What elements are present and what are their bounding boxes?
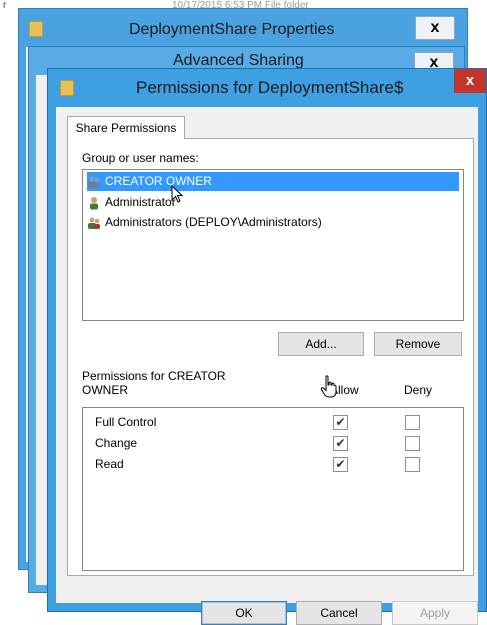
list-item-label: Administrators (DEPLOY\Administrators)	[105, 215, 322, 229]
arrow-cursor-icon	[171, 185, 184, 203]
allow-full-control-checkbox[interactable]: ✔	[333, 415, 348, 430]
permissions-for-label-line1: Permissions for CREATOR	[82, 369, 226, 383]
permission-name: Change	[95, 436, 138, 450]
properties-close-button[interactable]: x	[415, 16, 455, 40]
deny-read-checkbox[interactable]	[405, 457, 420, 472]
user-group-icon	[87, 175, 101, 189]
permission-name: Full Control	[95, 415, 157, 429]
permissions-close-button[interactable]: x	[454, 69, 486, 93]
permissions-for-label-line2: OWNER	[82, 383, 128, 397]
apply-button[interactable]: Apply	[392, 601, 478, 625]
user-icon	[87, 196, 101, 210]
cancel-button[interactable]: Cancel	[296, 601, 382, 625]
group-or-user-names-label: Group or user names:	[82, 151, 199, 165]
permissions-client-area: Share Permissions Group or user names: C…	[56, 107, 478, 625]
permission-row-full-control: Full Control ✔	[95, 412, 455, 432]
folder-icon	[29, 21, 43, 37]
deny-column-header: Deny	[404, 383, 433, 397]
list-item-administrators-group[interactable]: Administrators (DEPLOY\Administrators)	[87, 213, 459, 232]
allow-change-checkbox[interactable]: ✔	[333, 436, 348, 451]
ok-button[interactable]: OK	[201, 601, 287, 625]
user-group-icon	[87, 216, 101, 230]
folder-icon	[60, 80, 74, 96]
allow-read-checkbox[interactable]: ✔	[333, 457, 348, 472]
remove-button[interactable]: Remove	[374, 332, 462, 356]
list-item-creator-owner[interactable]: CREATOR OWNER	[87, 172, 459, 191]
hand-cursor-icon	[320, 375, 337, 398]
permissions-list: Full Control ✔ Change ✔ Read ✔	[82, 407, 464, 571]
permission-row-read: Read ✔	[95, 454, 455, 474]
permissions-titlebar[interactable]: Permissions for DeploymentShare$	[48, 69, 486, 107]
share-permissions-panel: Group or user names: CREATOR OWNER Admin…	[67, 138, 474, 576]
list-item-administrator[interactable]: Administrator	[87, 193, 459, 212]
tab-share-permissions[interactable]: Share Permissions	[67, 116, 185, 139]
add-button[interactable]: Add...	[278, 332, 364, 356]
deny-full-control-checkbox[interactable]	[405, 415, 420, 430]
properties-titlebar[interactable]: DeploymentShare Properties	[19, 9, 467, 47]
deny-change-checkbox[interactable]	[405, 436, 420, 451]
permissions-window: Permissions for DeploymentShare$ x Share…	[47, 68, 487, 625]
permission-row-change: Change ✔	[95, 433, 455, 453]
permission-name: Read	[95, 457, 124, 471]
permissions-title: Permissions for DeploymentShare$	[136, 78, 404, 97]
list-item-label: CREATOR OWNER	[105, 174, 212, 188]
list-item-label: Administrator	[105, 195, 176, 209]
properties-title: DeploymentShare Properties	[129, 21, 335, 38]
background-left-mark: r	[3, 0, 7, 11]
user-list[interactable]: CREATOR OWNER Administrator Administrato…	[82, 169, 464, 321]
